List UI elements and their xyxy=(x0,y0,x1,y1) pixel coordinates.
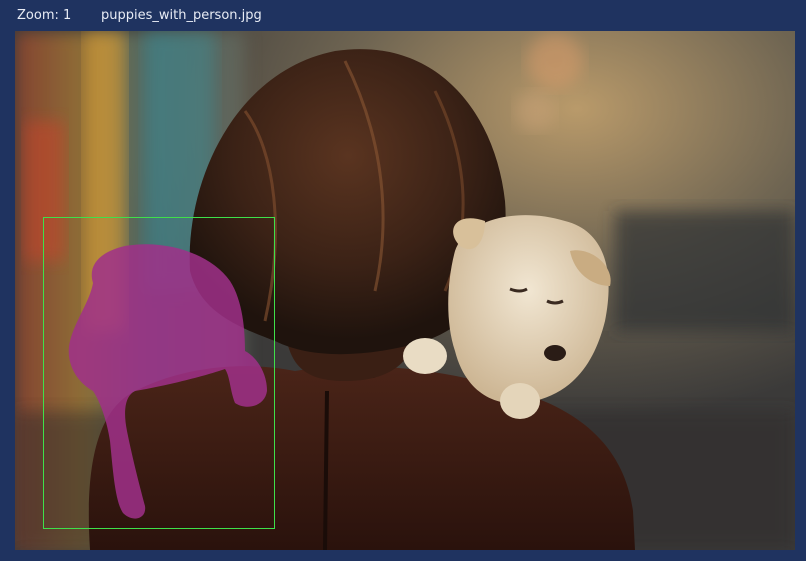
zoom-label: Zoom: 1 xyxy=(17,8,72,23)
image-canvas[interactable] xyxy=(15,31,795,550)
annotation-bounding-box[interactable] xyxy=(43,217,275,529)
filename-label: puppies_with_person.jpg xyxy=(101,8,262,23)
top-bar: Zoom: 1 puppies_with_person.jpg xyxy=(0,0,806,30)
